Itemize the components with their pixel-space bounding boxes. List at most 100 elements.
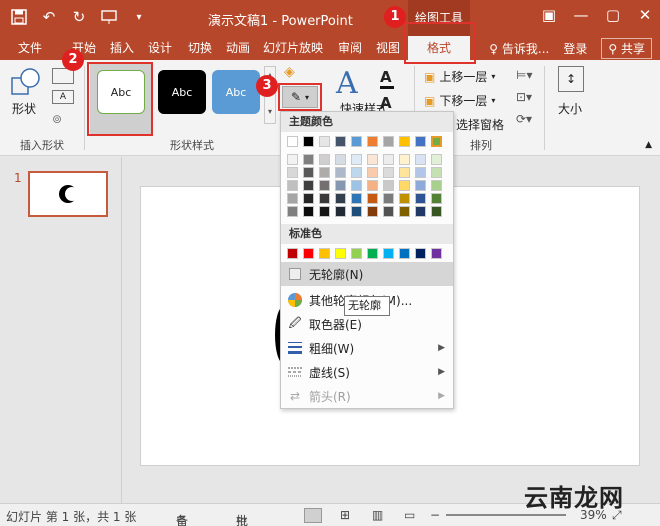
present-icon[interactable] — [98, 6, 120, 28]
shapes-button-label[interactable]: 形状 — [12, 100, 36, 117]
tab-review[interactable]: 审阅 — [338, 36, 362, 60]
theme-shade-swatch[interactable] — [415, 206, 426, 217]
theme-shade-swatch[interactable] — [319, 180, 330, 191]
standard-color-swatch[interactable] — [399, 248, 410, 259]
tab-insert[interactable]: 插入 — [110, 36, 134, 60]
tab-file[interactable]: 文件 — [18, 36, 42, 60]
customize-icon[interactable]: ▾ — [128, 6, 150, 28]
send-backward-button[interactable]: ▣ 下移一层 ▾ — [424, 92, 495, 109]
theme-shade-swatch[interactable] — [335, 167, 346, 178]
theme-shade-swatch[interactable] — [367, 154, 378, 165]
theme-shade-swatch[interactable] — [319, 193, 330, 204]
theme-shade-swatch[interactable] — [351, 180, 362, 191]
rotate-icon[interactable]: ⟳▾ — [516, 112, 532, 126]
tab-transitions[interactable]: 切换 — [188, 36, 212, 60]
theme-shade-swatch[interactable] — [303, 167, 314, 178]
standard-color-swatch[interactable] — [431, 248, 442, 259]
theme-color-swatch[interactable] — [399, 136, 410, 147]
standard-color-swatch[interactable] — [287, 248, 298, 259]
theme-shade-swatch[interactable] — [303, 206, 314, 217]
theme-shade-swatch[interactable] — [287, 154, 298, 165]
standard-color-swatch[interactable] — [367, 248, 378, 259]
theme-shade-swatch[interactable] — [383, 154, 394, 165]
standard-color-swatch[interactable] — [335, 248, 346, 259]
theme-color-swatch[interactable] — [367, 136, 378, 147]
theme-color-swatch[interactable] — [287, 136, 298, 147]
theme-shade-swatch[interactable] — [431, 193, 442, 204]
slide-thumbnail[interactable] — [28, 171, 108, 217]
theme-shade-swatch[interactable] — [303, 154, 314, 165]
theme-shade-swatch[interactable] — [383, 167, 394, 178]
standard-color-swatch[interactable] — [351, 248, 362, 259]
ribbon-options-icon[interactable]: ▣ — [540, 6, 558, 24]
maximize-icon[interactable]: ▢ — [604, 6, 622, 24]
no-outline-item[interactable]: 无轮廓(N) — [281, 262, 453, 286]
theme-shade-swatch[interactable] — [383, 206, 394, 217]
save-icon[interactable] — [8, 6, 30, 28]
shape-style-3[interactable]: Abc — [212, 70, 260, 114]
theme-color-swatch[interactable] — [383, 136, 394, 147]
slideshow-view-icon[interactable]: ▭ — [404, 508, 415, 522]
shapes-gallery-icon[interactable] — [10, 66, 42, 100]
theme-shade-swatch[interactable] — [287, 206, 298, 217]
theme-shade-swatch[interactable] — [319, 206, 330, 217]
theme-shade-swatch[interactable] — [335, 180, 346, 191]
merge-shapes-icon[interactable]: ⊚ — [52, 112, 74, 126]
theme-shade-swatch[interactable] — [303, 193, 314, 204]
theme-shade-swatch[interactable] — [383, 180, 394, 191]
theme-color-swatch[interactable] — [351, 136, 362, 147]
share-button[interactable]: ⚲ 共享 — [601, 38, 652, 59]
theme-shade-swatch[interactable] — [431, 154, 442, 165]
theme-shade-swatch[interactable] — [399, 193, 410, 204]
tab-animations[interactable]: 动画 — [226, 36, 250, 60]
theme-shade-swatch[interactable] — [399, 167, 410, 178]
close-icon[interactable]: ✕ — [636, 6, 654, 24]
theme-shade-swatch[interactable] — [319, 154, 330, 165]
theme-shade-swatch[interactable] — [367, 206, 378, 217]
theme-shade-swatch[interactable] — [351, 167, 362, 178]
undo-icon[interactable]: ↶ — [38, 6, 60, 28]
minimize-icon[interactable]: — — [572, 6, 590, 24]
redo-icon[interactable]: ↻ — [68, 6, 90, 28]
theme-color-swatch[interactable] — [431, 136, 442, 147]
text-box-icon[interactable]: A — [52, 90, 74, 104]
theme-shade-swatch[interactable] — [415, 167, 426, 178]
group-icon[interactable]: ⊡▾ — [516, 90, 532, 104]
theme-color-swatch[interactable] — [303, 136, 314, 147]
theme-shade-swatch[interactable] — [351, 193, 362, 204]
tab-view[interactable]: 视图 — [376, 36, 400, 60]
theme-shade-swatch[interactable] — [303, 180, 314, 191]
theme-shade-swatch[interactable] — [287, 193, 298, 204]
theme-shade-swatch[interactable] — [431, 206, 442, 217]
theme-shade-swatch[interactable] — [335, 206, 346, 217]
theme-shade-swatch[interactable] — [287, 180, 298, 191]
align-icon[interactable]: ⊨▾ — [516, 68, 532, 82]
shape-style-2[interactable]: Abc — [158, 70, 206, 114]
standard-color-swatch[interactable] — [415, 248, 426, 259]
theme-shade-swatch[interactable] — [351, 154, 362, 165]
theme-shade-swatch[interactable] — [367, 193, 378, 204]
theme-shade-swatch[interactable] — [287, 167, 298, 178]
theme-shade-swatch[interactable] — [415, 180, 426, 191]
bring-forward-button[interactable]: ▣ 上移一层 ▾ — [424, 68, 495, 85]
theme-shade-swatch[interactable] — [335, 193, 346, 204]
size-button-label[interactable]: 大小 — [558, 100, 582, 117]
standard-color-swatch[interactable] — [383, 248, 394, 259]
theme-shade-swatch[interactable] — [399, 206, 410, 217]
weight-item[interactable]: 粗细(W) ▶ — [281, 336, 453, 360]
zoom-slider[interactable] — [446, 514, 566, 516]
theme-shade-swatch[interactable] — [399, 180, 410, 191]
theme-shade-swatch[interactable] — [351, 206, 362, 217]
theme-color-swatch[interactable] — [415, 136, 426, 147]
theme-shade-swatch[interactable] — [319, 167, 330, 178]
login-link[interactable]: 登录 — [563, 40, 587, 57]
standard-color-swatch[interactable] — [303, 248, 314, 259]
size-icon[interactable]: ↕ — [558, 66, 584, 92]
theme-shade-swatch[interactable] — [367, 167, 378, 178]
selection-pane-button[interactable]: 选择窗格 — [456, 116, 504, 133]
collapse-ribbon-icon[interactable]: ▲ — [645, 140, 652, 150]
theme-color-swatch[interactable] — [319, 136, 330, 147]
theme-shade-swatch[interactable] — [383, 193, 394, 204]
quick-styles-icon[interactable]: A — [336, 66, 364, 101]
theme-shade-swatch[interactable] — [399, 154, 410, 165]
